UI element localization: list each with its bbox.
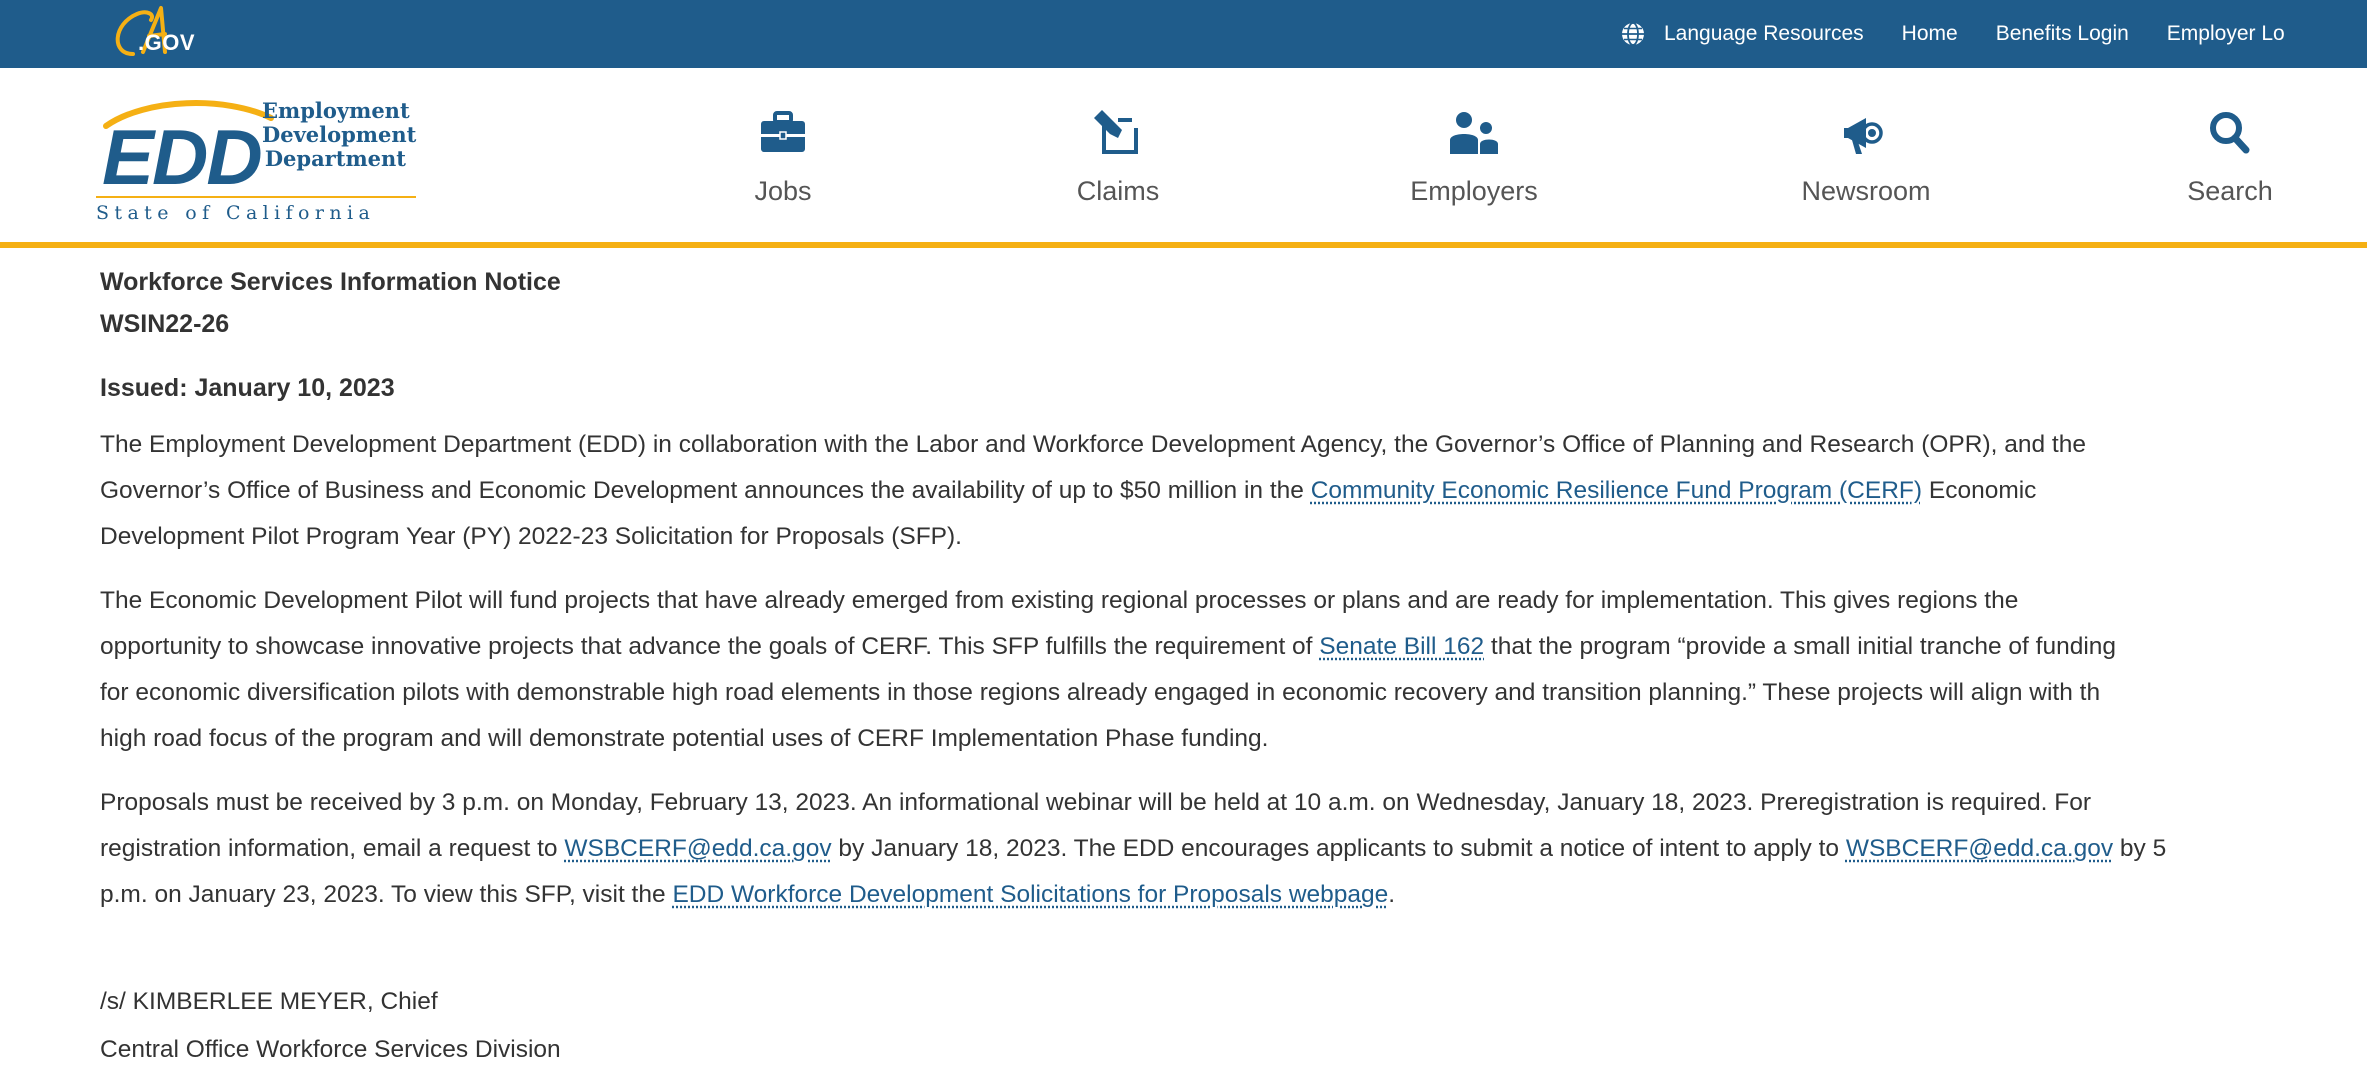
p3-line3: p.m. on January 23, 2023. To view this S… bbox=[100, 872, 2367, 918]
signature-name: /s/ KIMBERLEE MEYER, Chief bbox=[100, 988, 438, 1016]
p2-line1: The Economic Development Pilot will fund… bbox=[100, 578, 2367, 624]
edd-logo-letters: EDD bbox=[102, 118, 261, 196]
p3-line2-text-b: by January 18, 2023. The EDD encourages … bbox=[832, 835, 1846, 862]
nav-claims-label: Claims bbox=[1018, 176, 1218, 207]
paragraph-2: The Economic Development Pilot will fund… bbox=[100, 578, 2367, 762]
home-label: Home bbox=[1902, 22, 1958, 46]
nav-newsroom[interactable]: Newsroom bbox=[1766, 108, 1966, 207]
p1-line2-text-b: Economic bbox=[1922, 477, 2036, 504]
signature-division: Central Office Workforce Services Divisi… bbox=[100, 1036, 561, 1064]
paragraph-3: Proposals must be received by 3 p.m. on … bbox=[100, 780, 2367, 918]
utility-nav: Language Resources Home Benefits Login E… bbox=[1620, 0, 2323, 68]
senate-bill-162-link[interactable]: Senate Bill 162 bbox=[1319, 633, 1484, 660]
briefcase-icon bbox=[753, 108, 813, 158]
home-link[interactable]: Home bbox=[1902, 22, 1958, 46]
notice-issued-date: Issued: January 10, 2023 bbox=[100, 374, 395, 403]
language-resources-label: Language Resources bbox=[1664, 22, 1864, 46]
nav-search-label: Search bbox=[2130, 176, 2330, 207]
cerf-program-link[interactable]: Community Economic Resilience Fund Progr… bbox=[1311, 477, 1922, 504]
email-link-1[interactable]: WSBCERF@edd.ca.gov bbox=[564, 835, 831, 862]
employer-login-link[interactable]: Employer Lo bbox=[2167, 22, 2285, 46]
claims-edit-icon bbox=[1088, 108, 1148, 158]
globe-icon bbox=[1620, 21, 1646, 47]
nav-search[interactable]: Search bbox=[2130, 108, 2330, 207]
p1-line2-text-a: Governor’s Office of Business and Econom… bbox=[100, 477, 1311, 504]
nav-employers-label: Employers bbox=[1374, 176, 1574, 207]
notice-code: WSIN22-26 bbox=[100, 310, 229, 339]
notice-title: Workforce Services Information Notice bbox=[100, 268, 561, 297]
p3-line1: Proposals must be received by 3 p.m. on … bbox=[100, 780, 2367, 826]
p2-line4: high road focus of the program and will … bbox=[100, 716, 2367, 762]
edd-logo-wordmark: Employment Development Department bbox=[262, 99, 406, 171]
edd-logo-line3: Department bbox=[262, 147, 406, 171]
p3-line3-text-b: . bbox=[1388, 881, 1395, 908]
site-header: EDD Employment Development Department St… bbox=[0, 68, 2367, 248]
megaphone-icon bbox=[1836, 108, 1896, 158]
nav-claims[interactable]: Claims bbox=[1018, 108, 1218, 207]
edd-logo-line1: Employment bbox=[262, 99, 406, 123]
nav-employers[interactable]: Employers bbox=[1374, 108, 1574, 207]
p3-line2-text-a: registration information, email a reques… bbox=[100, 835, 564, 862]
edd-logo-line2: Development bbox=[262, 123, 406, 147]
employers-people-icon bbox=[1444, 108, 1504, 158]
p2-line3: for economic diversification pilots with… bbox=[100, 670, 2367, 716]
p1-line2: Governor’s Office of Business and Econom… bbox=[100, 468, 2367, 514]
search-icon bbox=[2200, 108, 2260, 158]
edd-logo[interactable]: EDD Employment Development Department St… bbox=[96, 96, 426, 226]
benefits-login-label: Benefits Login bbox=[1996, 22, 2129, 46]
nav-newsroom-label: Newsroom bbox=[1766, 176, 1966, 207]
solicitations-webpage-link[interactable]: EDD Workforce Development Solicitations … bbox=[672, 881, 1388, 908]
top-utility-bar: .GOV Language Resources Home Benefits Lo… bbox=[0, 0, 2367, 68]
p1-line3: Development Pilot Program Year (PY) 2022… bbox=[100, 514, 2367, 560]
email-link-2[interactable]: WSBCERF@edd.ca.gov bbox=[1846, 835, 2113, 862]
paragraph-1: The Employment Development Department (E… bbox=[100, 422, 2367, 560]
p2-line2: opportunity to showcase innovative proje… bbox=[100, 624, 2367, 670]
nav-jobs[interactable]: Jobs bbox=[683, 108, 883, 207]
p2-line2-text-b: that the program “provide a small initia… bbox=[1484, 633, 2116, 660]
edd-logo-state: State of California bbox=[96, 196, 416, 224]
ca-gov-text: .GOV bbox=[138, 30, 195, 56]
employer-login-label: Employer Lo bbox=[2167, 22, 2285, 46]
p3-line3-text-a: p.m. on January 23, 2023. To view this S… bbox=[100, 881, 672, 908]
p1-line1: The Employment Development Department (E… bbox=[100, 422, 2367, 468]
language-resources-link[interactable]: Language Resources bbox=[1620, 21, 1864, 47]
p3-line2-text-c: by 5 bbox=[2113, 835, 2166, 862]
benefits-login-link[interactable]: Benefits Login bbox=[1996, 22, 2129, 46]
p3-line2: registration information, email a reques… bbox=[100, 826, 2367, 872]
p2-line2-text-a: opportunity to showcase innovative proje… bbox=[100, 633, 1319, 660]
nav-jobs-label: Jobs bbox=[683, 176, 883, 207]
